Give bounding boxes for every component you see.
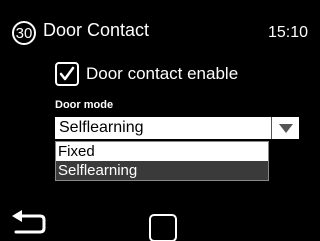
- page-number: 30: [15, 24, 33, 42]
- page-number-badge: 30: [12, 21, 36, 45]
- door-mode-selected-value: Selflearning: [59, 119, 144, 136]
- door-contact-enable-label: Door contact enable: [86, 64, 239, 83]
- door-mode-select[interactable]: Selflearning: [55, 117, 299, 139]
- door-contact-enable-checkbox[interactable]: [55, 62, 79, 86]
- page-title: Door Contact: [43, 20, 150, 40]
- door-mode-label: Door mode: [55, 99, 114, 111]
- clock-time: 15:10: [267, 24, 308, 41]
- door-contact-screen: 30 Door Contact 15:10 Door contact enabl…: [0, 0, 316, 241]
- option-selflearning[interactable]: Selflearning: [56, 161, 268, 180]
- dropdown-toggle[interactable]: [271, 117, 299, 139]
- checkmark-icon: [59, 66, 75, 81]
- door-contact-enable-row[interactable]: Door contact enable: [55, 62, 238, 86]
- home-square-icon[interactable]: [149, 214, 177, 241]
- chevron-down-icon: [278, 124, 293, 133]
- back-arrow-icon[interactable]: [10, 210, 46, 239]
- door-mode-options-list: Fixed Selflearning: [55, 141, 269, 181]
- option-fixed[interactable]: Fixed: [56, 142, 268, 161]
